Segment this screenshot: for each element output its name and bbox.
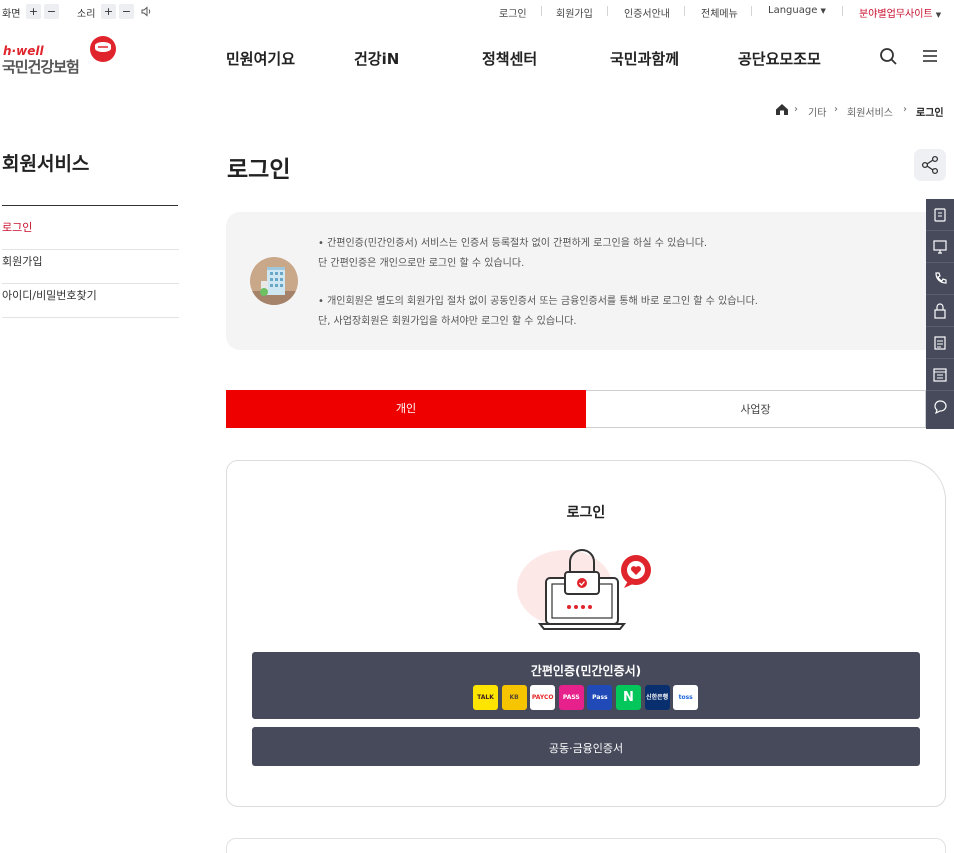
top-link-cert-guide[interactable]: 인증서안내 <box>624 5 670 20</box>
quick-menu-item[interactable] <box>926 391 954 423</box>
screen-zoom-in-button[interactable]: + <box>26 4 41 19</box>
sidebar-title: 회원서비스 <box>2 153 90 175</box>
breadcrumb-item[interactable]: 기타 <box>808 104 826 119</box>
sidebar-item-find-id-password[interactable]: 아이디/비밀번호찾기 <box>2 284 179 318</box>
quick-menu-bar <box>926 199 954 429</box>
quick-menu-item[interactable] <box>926 359 954 391</box>
notice-line: 단 간편인증은 개인으로만 로그인 할 수 있습니다. <box>318 258 525 269</box>
quick-menu-item[interactable] <box>926 231 954 263</box>
provider-5-icon: Pass <box>587 685 613 710</box>
provider-8-icon: toss <box>673 685 699 710</box>
gnb-item-policy[interactable]: 정책센터 <box>482 48 537 69</box>
notice-line: • 개인회원은 별도의 회원가입 절차 없이 공동인증서 또는 금융인증서를 통… <box>318 296 758 307</box>
provider-7-icon: 신한은행 <box>644 685 670 710</box>
logo-mark-icon <box>90 36 116 62</box>
gnb-item-civil[interactable]: 민원여기요 <box>226 48 295 69</box>
quick-menu-item[interactable] <box>926 295 954 327</box>
share-button[interactable] <box>914 149 946 181</box>
caret-down-icon: ▼ <box>935 11 942 19</box>
next-section-card <box>226 838 946 853</box>
breadcrumb-current: 로그인 <box>916 108 944 119</box>
tab-business[interactable]: 사업장 <box>586 390 926 428</box>
building-icon <box>250 257 298 305</box>
chat-icon <box>934 400 947 415</box>
tab-personal[interactable]: 개인 <box>226 390 586 428</box>
provider-1-icon: TALK <box>473 685 498 710</box>
gnb-item-about[interactable]: 공단요모조모 <box>738 48 821 69</box>
quick-menu-item[interactable] <box>926 327 954 359</box>
document-icon <box>934 208 946 222</box>
login-card-title: 로그인 <box>566 505 606 521</box>
field-sites-select[interactable]: 분야별업무사이트 ▼ <box>859 5 941 20</box>
simple-auth-label: 간편인증(민간인증서) <box>530 664 642 678</box>
provider-4-icon: PASS <box>558 685 584 710</box>
sound-up-button[interactable]: + <box>101 4 116 19</box>
provider-3-icon: PAYCO <box>530 685 556 710</box>
caret-down-icon: ▼ <box>820 7 826 15</box>
share-icon <box>921 155 939 175</box>
screen-zoom-out-button[interactable]: − <box>44 4 59 19</box>
provider-6-icon: N <box>616 685 641 710</box>
gnb-item-health[interactable]: 건강iN <box>354 48 399 69</box>
speaker-icon[interactable] <box>139 4 154 19</box>
top-link-all-menu[interactable]: 전체메뉴 <box>701 5 738 20</box>
chevron-right-icon: › <box>903 104 907 115</box>
hamburger-menu-icon[interactable] <box>921 48 939 64</box>
notice-line: • 간편인증(민간인증서) 서비스는 인증서 등록절차 없이 간편하게 로그인을… <box>318 238 708 249</box>
chevron-right-icon: › <box>794 104 798 115</box>
sound-down-button[interactable]: − <box>119 4 134 19</box>
quick-menu-item[interactable] <box>926 199 954 231</box>
notice-box <box>226 212 946 350</box>
provider-2-icon: KB <box>501 685 527 710</box>
logo-name-text: 국민건강보험 <box>2 58 80 76</box>
home-icon[interactable] <box>775 103 789 116</box>
notice-line: 단, 사업장회원은 회원가입을 하셔야만 로그인 할 수 있습니다. <box>318 316 577 327</box>
top-link-login[interactable]: 로그인 <box>499 5 527 20</box>
quick-menu-item[interactable] <box>926 263 954 295</box>
gnb-item-together[interactable]: 국민과함께 <box>610 48 679 69</box>
sound-label: 소리 <box>77 9 96 20</box>
newspaper-icon <box>933 368 947 382</box>
chevron-right-icon: › <box>834 104 838 115</box>
top-link-signup[interactable]: 회원가입 <box>556 5 593 20</box>
lock-icon <box>934 303 946 319</box>
sidebar-item-login[interactable]: 로그인 <box>2 216 179 250</box>
sidebar-item-signup[interactable]: 회원가입 <box>2 250 179 284</box>
search-icon[interactable] <box>879 47 899 67</box>
list-icon <box>934 336 946 350</box>
phone-icon <box>935 272 947 284</box>
screen-size-label: 화면 <box>2 9 21 20</box>
monitor-icon <box>933 240 947 254</box>
laptop-lock-illustration <box>517 549 651 630</box>
breadcrumb-item[interactable]: 회원서비스 <box>847 104 893 119</box>
language-select[interactable]: Language ▼ <box>768 5 826 16</box>
cert-login-label: 공동·금융인증서 <box>548 742 624 755</box>
page-title: 로그인 <box>227 157 291 183</box>
utility-bar: 화면 + − 소리 + − 로그인 회원가입 인증서안내 전체메뉴 Langua… <box>0 0 954 22</box>
